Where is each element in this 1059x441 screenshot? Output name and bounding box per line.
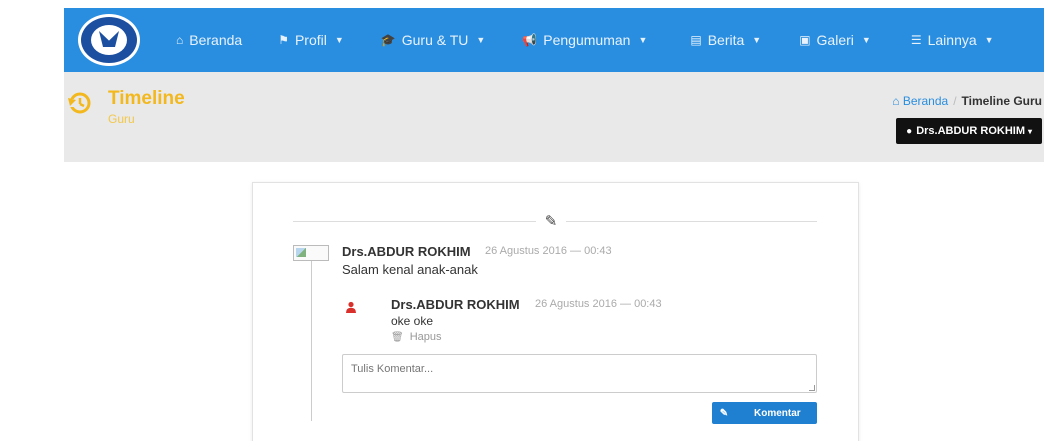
nav-item-berita[interactable]: ▤ Berita ▼ <box>690 32 761 48</box>
post-timestamp: 26 Agustus 2016 — 00:43 <box>485 245 612 257</box>
bullhorn-icon: 📢 <box>522 33 538 47</box>
list-icon: ☰ <box>910 33 922 47</box>
school-logo[interactable] <box>78 14 140 66</box>
nav-item-label: Lainnya <box>927 32 977 48</box>
delete-reply-label: Hapus <box>409 331 442 343</box>
nav-item-galeri[interactable]: ▣ Galeri ▼ <box>799 32 871 48</box>
nav-item-pengumuman[interactable]: 📢 Pengumuman ▼ <box>522 32 647 48</box>
breadcrumb-home-icon[interactable]: ⌂ <box>892 94 903 108</box>
nav-item-label: Berita <box>707 32 745 48</box>
breadcrumb: ⌂ Beranda / Timeline Guru <box>892 94 1042 108</box>
flag-icon: ⚑ <box>278 33 289 47</box>
nav-item-label: Beranda <box>189 32 243 48</box>
nav-item-profil[interactable]: ⚑ Profil ▼ <box>278 32 344 48</box>
home-icon: ⌂ <box>176 33 184 47</box>
picture-icon: ▣ <box>799 33 811 47</box>
breadcrumb-home-link[interactable]: Beranda <box>903 94 948 108</box>
breadcrumb-separator: / <box>953 94 957 108</box>
chevron-down-icon: ▼ <box>476 35 486 45</box>
comment-input[interactable] <box>342 354 817 393</box>
user-icon: ● <box>906 125 913 137</box>
nav-item-beranda[interactable]: ⌂ Beranda <box>176 32 242 48</box>
user-menu-button[interactable]: ● Drs.ABDUR ROKHIM ▾ <box>896 118 1042 144</box>
reply-body: oke oke <box>391 314 434 328</box>
user-menu-label: Drs.ABDUR ROKHIM <box>916 125 1025 137</box>
reply-timestamp: 26 Agustus 2016 — 00:43 <box>535 298 662 310</box>
page-subtitle: Guru <box>108 112 135 126</box>
page-title: Timeline <box>108 88 185 109</box>
submit-comment-label: Komentar <box>754 407 801 419</box>
nav-item-guru-tu[interactable]: 🎓 Guru & TU ▼ <box>381 32 486 48</box>
chevron-down-icon: ▾ <box>1027 126 1032 136</box>
top-navbar: ⌂ Beranda ⚑ Profil ▼ 🎓 Guru & TU ▼ 📢 Pengumuman ▼ ▤… <box>64 8 1044 72</box>
nav-menu: ⌂ Beranda ⚑ Profil ▼ 🎓 Guru & TU ▼ 📢 Pengumuman ▼ ▤… <box>176 8 994 72</box>
textarea-resize-handle[interactable] <box>809 385 815 391</box>
history-icon <box>67 92 91 114</box>
thread-line <box>311 261 312 421</box>
logo-emblem <box>91 25 127 55</box>
trash-icon: 🗑 <box>391 331 404 343</box>
user-icon <box>345 301 357 313</box>
post-author-avatar <box>293 245 329 261</box>
timeline-card: ✎ Drs.ABDUR ROKHIM 26 Agustus 2016 — 00:… <box>252 182 859 441</box>
delete-reply-button[interactable]: 🗑 Hapus <box>391 331 442 343</box>
chevron-down-icon: ▼ <box>752 35 762 45</box>
breadcrumb-current: Timeline Guru <box>961 94 1042 108</box>
compose-edit-icon[interactable]: ✎ <box>536 211 566 231</box>
chevron-down-icon: ▼ <box>638 35 648 45</box>
post-author-name[interactable]: Drs.ABDUR ROKHIM <box>342 244 471 259</box>
nav-item-label: Profil <box>294 32 327 48</box>
nav-item-label: Guru & TU <box>401 32 469 48</box>
chevron-down-icon: ▼ <box>984 35 994 45</box>
nav-item-lainnya[interactable]: ☰ Lainnya ▼ <box>911 32 994 48</box>
newspaper-icon: ▤ <box>690 33 702 47</box>
chevron-down-icon: ▼ <box>334 35 344 45</box>
chevron-down-icon: ▼ <box>861 35 871 45</box>
nav-item-label: Pengumuman <box>543 32 631 48</box>
reply-author-name[interactable]: Drs.ABDUR ROKHIM <box>391 297 520 312</box>
post-body: Salam kenal anak-anak <box>342 262 478 277</box>
page-header: Timeline Guru ⌂ Beranda / Timeline Guru … <box>64 72 1044 162</box>
submit-comment-button[interactable]: ✎ Komentar <box>712 402 817 424</box>
edit-icon: ✎ <box>719 407 729 419</box>
graduation-cap-icon: 🎓 <box>380 33 396 47</box>
nav-item-label: Galeri <box>816 32 854 48</box>
